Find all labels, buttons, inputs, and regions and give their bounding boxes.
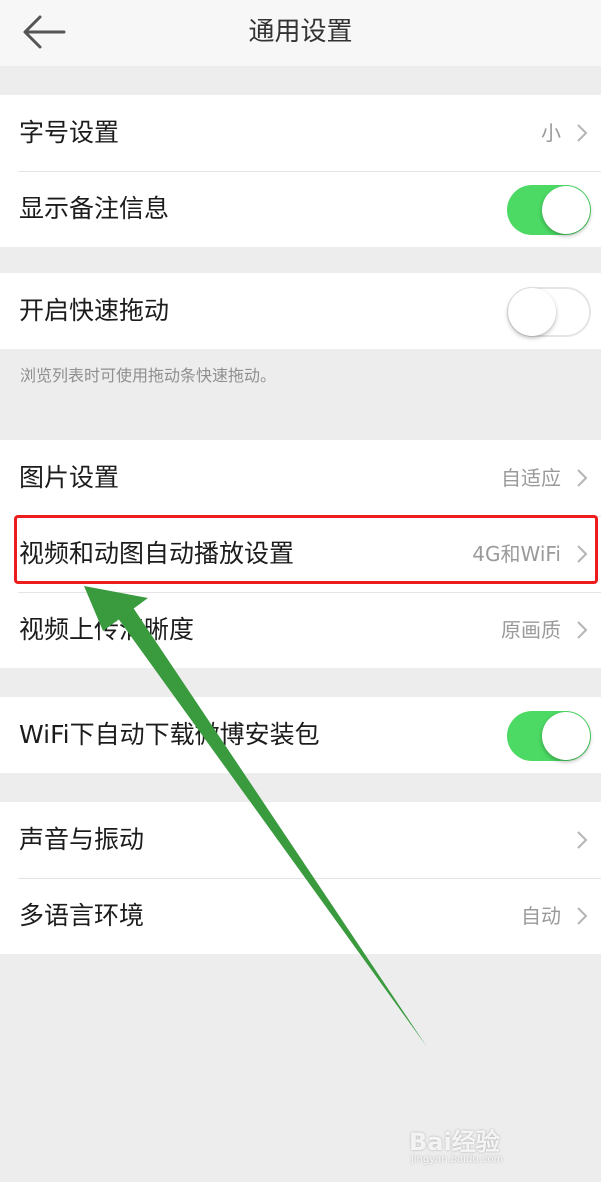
show-remark-label: 显示备注信息 [19, 194, 170, 223]
chevron-right-icon [577, 907, 588, 925]
show-remark-row: 显示备注信息 [0, 171, 601, 247]
nav-bar: 通用设置 [0, 0, 601, 66]
sound-vibration-label: 声音与振动 [19, 825, 145, 854]
show-remark-toggle[interactable] [507, 185, 591, 235]
chevron-right-icon [577, 469, 588, 487]
upload-quality-row[interactable]: 视频上传清晰度 原画质 [0, 592, 601, 668]
wifi-download-row: WiFi下自动下载微博安装包 [0, 697, 601, 773]
settings-group-drag: 开启快速拖动 [0, 273, 601, 349]
watermark-brand: Bai经验 [409, 1128, 500, 1156]
chevron-right-icon [577, 621, 588, 639]
fast-drag-row: 开启快速拖动 [0, 273, 601, 349]
upload-quality-label: 视频上传清晰度 [19, 615, 195, 644]
image-settings-row[interactable]: 图片设置 自适应 [0, 440, 601, 516]
font-size-value: 小 [541, 121, 561, 145]
upload-quality-value: 原画质 [501, 618, 561, 642]
chevron-right-icon [577, 831, 588, 849]
wifi-download-toggle[interactable] [507, 711, 591, 761]
language-value: 自动 [521, 904, 561, 928]
toggle-knob [542, 186, 590, 234]
font-size-label: 字号设置 [19, 118, 120, 147]
settings-group-display: 字号设置 小 显示备注信息 [0, 95, 601, 247]
baidu-jingyan-watermark: Bai经验 jingyan.baidu.com [405, 1112, 565, 1172]
sound-vibration-row[interactable]: 声音与振动 [0, 802, 601, 878]
language-label: 多语言环境 [19, 901, 145, 930]
chevron-right-icon [577, 124, 588, 142]
image-settings-value: 自适应 [501, 466, 561, 490]
fast-drag-hint: 浏览列表时可使用拖动条快速拖动。 [20, 366, 277, 385]
watermark-url: jingyan.baidu.com [411, 1154, 504, 1165]
image-settings-label: 图片设置 [19, 463, 120, 492]
font-size-row[interactable]: 字号设置 小 [0, 95, 601, 171]
toggle-knob [542, 712, 590, 760]
page-title: 通用设置 [248, 17, 353, 47]
settings-group-download: WiFi下自动下载微博安装包 [0, 697, 601, 773]
settings-group-other: 声音与振动 多语言环境 自动 [0, 802, 601, 954]
fast-drag-toggle[interactable] [507, 287, 591, 337]
highlight-box [14, 515, 598, 584]
wifi-download-label: WiFi下自动下载微博安装包 [19, 720, 320, 749]
fast-drag-label: 开启快速拖动 [19, 296, 170, 325]
language-row[interactable]: 多语言环境 自动 [0, 878, 601, 954]
toggle-knob [508, 288, 556, 336]
